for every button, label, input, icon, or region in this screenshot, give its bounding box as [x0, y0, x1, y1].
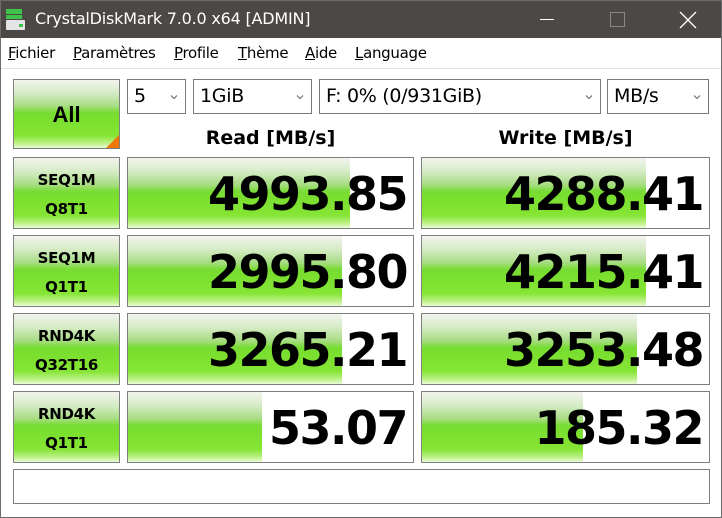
- write-result-seq1m-q8t1: 4288.41: [421, 157, 710, 229]
- comment-input[interactable]: [13, 469, 710, 504]
- test-button-seq1m-q1t1[interactable]: SEQ1M Q1T1: [13, 235, 120, 307]
- crystaldiskmark-app-icon: [6, 9, 28, 30]
- menu-fichier[interactable]: Fichier: [8, 44, 55, 62]
- write-result-rnd4k-q1t1: 185.32: [421, 391, 710, 463]
- unit-value: MB/s: [614, 85, 659, 107]
- drive-select[interactable]: F: 0% (0/931GiB): [319, 79, 601, 114]
- read-result-seq1m-q1t1: 2995.80: [127, 235, 414, 307]
- test-button-seq1m-q8t1[interactable]: SEQ1M Q8T1: [13, 157, 120, 229]
- test-count-select[interactable]: 5: [127, 79, 186, 114]
- write-value: 185.32: [534, 401, 704, 455]
- chevron-down-icon: [585, 95, 593, 100]
- test-params: Q1T1: [45, 278, 88, 296]
- test-name: RND4K: [37, 327, 96, 345]
- close-icon: [679, 11, 697, 29]
- test-size-value: 1GiB: [200, 85, 244, 107]
- chevron-down-icon: [170, 95, 178, 100]
- test-params: Q8T1: [45, 200, 88, 218]
- read-value: 4993.85: [207, 167, 409, 221]
- write-result-rnd4k-q32t16: 3253.48: [421, 313, 710, 385]
- test-name: SEQ1M: [37, 249, 96, 267]
- read-result-rnd4k-q32t16: 3265.21: [127, 313, 414, 385]
- minimize-button[interactable]: [523, 1, 569, 38]
- window-title: CrystalDiskMark 7.0.0 x64 [ADMIN]: [35, 9, 311, 28]
- test-button-rnd4k-q32t16[interactable]: RND4K Q32T16: [13, 313, 120, 385]
- write-value: 3253.48: [503, 323, 705, 377]
- all-tests-button[interactable]: All: [13, 79, 120, 149]
- menu-parametres[interactable]: Paramètres: [73, 44, 156, 62]
- menu-bar: Fichier Paramètres Profile Thème Aide La…: [1, 38, 721, 69]
- read-value: 53.07: [268, 401, 409, 455]
- minimize-icon: [540, 19, 554, 20]
- read-progress-bar: [128, 392, 262, 462]
- read-column-header: Read [MB/s]: [205, 127, 336, 149]
- test-count-value: 5: [134, 85, 146, 107]
- menu-aide[interactable]: Aide: [305, 44, 337, 62]
- maximize-icon: [610, 12, 625, 27]
- maximize-button[interactable]: [593, 1, 639, 38]
- test-params: Q32T16: [35, 356, 98, 374]
- menu-language[interactable]: Language: [355, 44, 427, 62]
- chevron-down-icon: [693, 95, 701, 100]
- menu-theme[interactable]: Thème: [238, 44, 289, 62]
- read-value: 2995.80: [207, 245, 409, 299]
- drive-value: F: 0% (0/931GiB): [326, 85, 482, 107]
- write-column-header: Write [MB/s]: [498, 127, 633, 149]
- title-bar[interactable]: CrystalDiskMark 7.0.0 x64 [ADMIN]: [1, 1, 721, 38]
- corner-triangle-icon: [106, 135, 119, 148]
- write-value: 4288.41: [503, 167, 705, 221]
- test-params: Q1T1: [45, 434, 88, 452]
- chevron-down-icon: [296, 95, 304, 100]
- menu-profile[interactable]: Profile: [174, 44, 219, 62]
- write-value: 4215.41: [503, 245, 705, 299]
- read-result-seq1m-q8t1: 4993.85: [127, 157, 414, 229]
- test-button-rnd4k-q1t1[interactable]: RND4K Q1T1: [13, 391, 120, 463]
- test-size-select[interactable]: 1GiB: [193, 79, 312, 114]
- test-name: RND4K: [37, 405, 96, 423]
- close-button[interactable]: [665, 1, 711, 38]
- read-value: 3265.21: [207, 323, 409, 377]
- unit-select[interactable]: MB/s: [607, 79, 709, 114]
- all-button-label: All: [52, 102, 81, 127]
- read-result-rnd4k-q1t1: 53.07: [127, 391, 414, 463]
- write-result-seq1m-q1t1: 4215.41: [421, 235, 710, 307]
- test-name: SEQ1M: [37, 171, 96, 189]
